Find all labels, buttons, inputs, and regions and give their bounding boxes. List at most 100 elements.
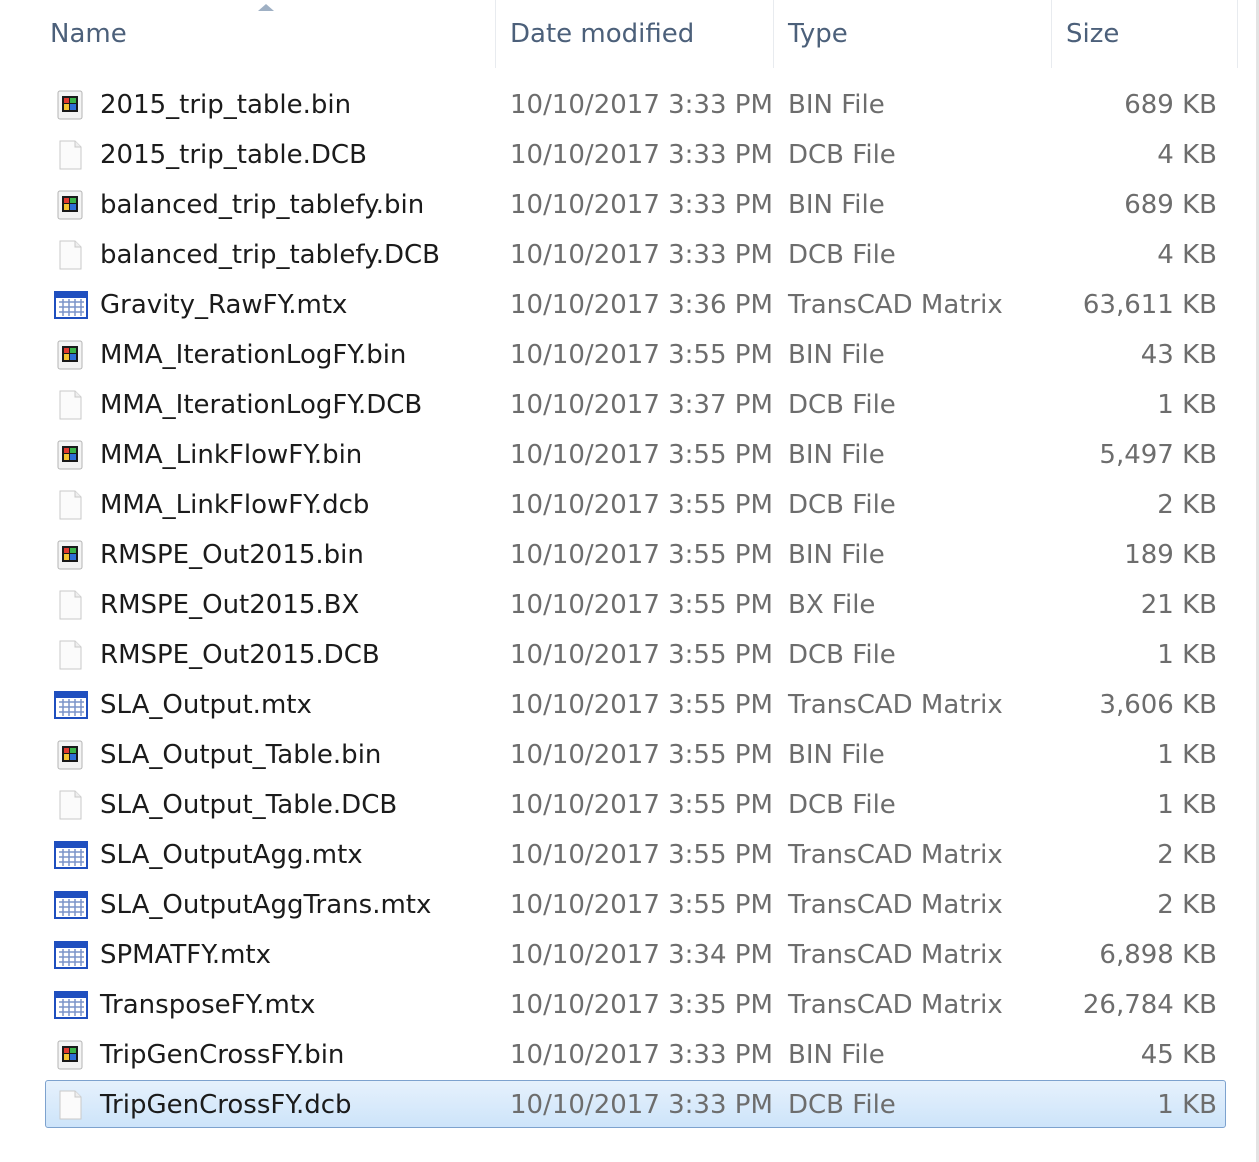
file-name: RMSPE_Out2015.bin xyxy=(100,540,364,570)
file-date-modified: 10/10/2017 3:34 PM xyxy=(510,940,773,970)
file-name: TripGenCrossFY.bin xyxy=(100,1040,345,1070)
list-item[interactable]: SLA_OutputAggTrans.mtx 10/10/2017 3:55 PM… xyxy=(45,880,1226,928)
file-size: 1 KB xyxy=(1157,1090,1217,1120)
file-type: BIN File xyxy=(788,1040,885,1070)
file-name: MMA_IterationLogFY.DCB xyxy=(100,390,423,420)
bin-file-icon xyxy=(54,89,86,121)
file-size: 43 KB xyxy=(1140,340,1217,370)
blank-file-icon xyxy=(54,489,86,521)
file-size: 189 KB xyxy=(1124,540,1217,570)
file-type: TransCAD Matrix xyxy=(788,290,1003,320)
list-item[interactable]: SLA_Output_Table.DCB 10/10/2017 3:55 PM DC… xyxy=(45,780,1226,828)
file-date-modified: 10/10/2017 3:33 PM xyxy=(510,90,773,120)
file-type: TransCAD Matrix xyxy=(788,690,1003,720)
file-name: MMA_IterationLogFY.bin xyxy=(100,340,407,370)
matrix-file-icon xyxy=(54,989,88,1021)
list-item[interactable]: SLA_Output.mtx 10/10/2017 3:55 PM TransCAD… xyxy=(45,680,1226,728)
matrix-file-icon xyxy=(54,839,88,871)
file-type: BIN File xyxy=(788,540,885,570)
file-type: TransCAD Matrix xyxy=(788,890,1003,920)
list-item[interactable]: Gravity_RawFY.mtx 10/10/2017 3:36 PM Trans… xyxy=(45,280,1226,328)
file-name: 2015_trip_table.bin xyxy=(100,90,352,120)
list-item[interactable]: SLA_Output_Table.bin 10/10/2017 3:55 PM BI… xyxy=(45,730,1226,778)
list-item[interactable]: 2015_trip_table.bin 10/10/2017 3:33 PM BIN… xyxy=(45,80,1226,128)
file-type: BIN File xyxy=(788,440,885,470)
blank-file-icon xyxy=(54,639,86,671)
file-type: BIN File xyxy=(788,90,885,120)
blank-file-icon xyxy=(54,1089,86,1121)
file-date-modified: 10/10/2017 3:55 PM xyxy=(510,640,773,670)
list-item[interactable]: MMA_IterationLogFY.DCB 10/10/2017 3:37 PM… xyxy=(45,380,1226,428)
list-item[interactable]: RMSPE_Out2015.BX 10/10/2017 3:55 PM BX Fil… xyxy=(45,580,1226,628)
list-item[interactable]: MMA_LinkFlowFY.bin 10/10/2017 3:55 PM BIN … xyxy=(45,430,1226,478)
file-name: balanced_trip_tablefy.DCB xyxy=(100,240,440,270)
blank-file-icon xyxy=(54,589,86,621)
column-header-size-label: Size xyxy=(1066,19,1120,49)
file-size: 3,606 KB xyxy=(1099,690,1217,720)
matrix-file-icon xyxy=(54,939,88,971)
column-header-date-label: Date modified xyxy=(510,19,695,49)
sort-ascending-icon xyxy=(258,4,274,11)
file-name: SLA_Output.mtx xyxy=(100,690,312,720)
bin-file-icon xyxy=(54,539,86,571)
list-item[interactable]: SPMATFY.mtx 10/10/2017 3:34 PM TransCAD Ma… xyxy=(45,930,1226,978)
file-name: MMA_LinkFlowFY.dcb xyxy=(100,490,370,520)
file-type: DCB File xyxy=(788,390,896,420)
column-header-type[interactable]: Type xyxy=(774,0,1052,68)
file-name: RMSPE_Out2015.DCB xyxy=(100,640,380,670)
list-item[interactable]: MMA_IterationLogFY.bin 10/10/2017 3:55 PM… xyxy=(45,330,1226,378)
file-size: 6,898 KB xyxy=(1099,940,1217,970)
list-item[interactable]: RMSPE_Out2015.bin 10/10/2017 3:55 PM BIN F… xyxy=(45,530,1226,578)
file-type: BIN File xyxy=(788,190,885,220)
column-header-date-modified[interactable]: Date modified xyxy=(496,0,774,68)
list-item[interactable]: TripGenCrossFY.dcb 10/10/2017 3:33 PM DCB … xyxy=(45,1080,1226,1128)
file-date-modified: 10/10/2017 3:33 PM xyxy=(510,1090,773,1120)
matrix-file-icon xyxy=(54,689,88,721)
file-date-modified: 10/10/2017 3:37 PM xyxy=(510,390,773,420)
file-date-modified: 10/10/2017 3:55 PM xyxy=(510,590,773,620)
matrix-file-icon xyxy=(54,889,88,921)
list-item[interactable]: 2015_trip_table.DCB 10/10/2017 3:33 PM DCB… xyxy=(45,130,1226,178)
file-type: BX File xyxy=(788,590,876,620)
file-type: DCB File xyxy=(788,640,896,670)
file-date-modified: 10/10/2017 3:55 PM xyxy=(510,690,773,720)
bin-file-icon xyxy=(54,339,86,371)
file-name: Gravity_RawFY.mtx xyxy=(100,290,348,320)
file-name: TransposeFY.mtx xyxy=(100,990,316,1020)
list-item[interactable]: MMA_LinkFlowFY.dcb 10/10/2017 3:55 PM DCB … xyxy=(45,480,1226,528)
file-date-modified: 10/10/2017 3:55 PM xyxy=(510,790,773,820)
file-type: DCB File xyxy=(788,1090,896,1120)
file-name: SLA_Output_Table.DCB xyxy=(100,790,398,820)
blank-file-icon xyxy=(54,789,86,821)
file-name: TripGenCrossFY.dcb xyxy=(100,1090,352,1120)
file-date-modified: 10/10/2017 3:55 PM xyxy=(510,490,773,520)
column-header-size[interactable]: Size xyxy=(1052,0,1238,68)
file-size: 1 KB xyxy=(1157,390,1217,420)
blank-file-icon xyxy=(54,239,86,271)
list-item[interactable]: balanced_trip_tablefy.DCB 10/10/2017 3:33… xyxy=(45,230,1226,278)
file-name: balanced_trip_tablefy.bin xyxy=(100,190,425,220)
file-name: 2015_trip_table.DCB xyxy=(100,140,367,170)
file-size: 1 KB xyxy=(1157,740,1217,770)
file-type: DCB File xyxy=(788,790,896,820)
matrix-file-icon xyxy=(54,289,88,321)
file-size: 689 KB xyxy=(1124,90,1217,120)
bin-file-icon xyxy=(54,189,86,221)
file-name: MMA_LinkFlowFY.bin xyxy=(100,440,363,470)
blank-file-icon xyxy=(54,389,86,421)
file-size: 2 KB xyxy=(1157,890,1217,920)
file-size: 689 KB xyxy=(1124,190,1217,220)
list-item[interactable]: TripGenCrossFY.bin 10/10/2017 3:33 PM BIN … xyxy=(45,1030,1226,1078)
file-date-modified: 10/10/2017 3:55 PM xyxy=(510,440,773,470)
file-date-modified: 10/10/2017 3:55 PM xyxy=(510,890,773,920)
file-type: BIN File xyxy=(788,740,885,770)
list-item[interactable]: RMSPE_Out2015.DCB 10/10/2017 3:55 PM DCB F… xyxy=(45,630,1226,678)
file-date-modified: 10/10/2017 3:55 PM xyxy=(510,840,773,870)
list-item[interactable]: balanced_trip_tablefy.bin 10/10/2017 3:33… xyxy=(45,180,1226,228)
list-item[interactable]: TransposeFY.mtx 10/10/2017 3:35 PM TransCA… xyxy=(45,980,1226,1028)
column-header-name-label: Name xyxy=(50,19,127,49)
list-item[interactable]: SLA_OutputAgg.mtx 10/10/2017 3:55 PM Trans… xyxy=(45,830,1226,878)
column-header-bar: Name Date modified Type Size xyxy=(8,0,1238,68)
file-size: 4 KB xyxy=(1157,240,1217,270)
file-type: BIN File xyxy=(788,340,885,370)
